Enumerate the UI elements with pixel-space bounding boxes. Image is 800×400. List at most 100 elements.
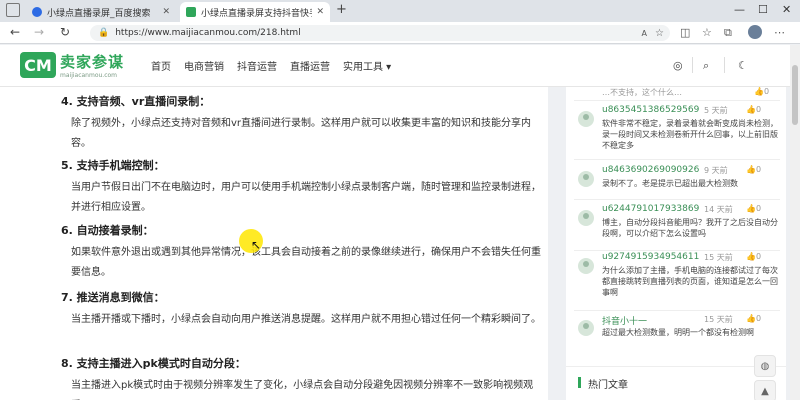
section-heading: 8. 支持主播进入pk模式时自动分段： [61, 357, 246, 370]
comment-divider [574, 199, 780, 200]
browser-tab-bar: 小绿点直播录屏_百度搜索 ✕ 小绿点直播录屏支持抖音快手直… ✕ + — ☐ ✕ [0, 0, 800, 22]
close-window-icon[interactable]: ✕ [782, 3, 791, 16]
section-heading: 5. 支持手机端控制： [61, 159, 165, 172]
mouse-cursor-icon: ↖ [251, 238, 262, 252]
more-menu-icon[interactable]: ⋯ [774, 26, 785, 39]
comment-item: 抖音小十一 15 天前 👍0 超过最大检测数量，明明一个都没有检测啊 [574, 314, 780, 364]
like-button[interactable]: 👍0 [746, 165, 761, 174]
comment-divider [574, 250, 780, 251]
section-accent-bar [578, 377, 581, 388]
address-bar[interactable]: 🔒 https://www.maijiacanmou.com/218.html … [90, 25, 670, 41]
like-button[interactable]: 👍0 [746, 314, 761, 323]
like-button[interactable]: 👍0 [746, 204, 761, 213]
split-screen-icon[interactable]: ◫ [680, 26, 690, 39]
feature-section: 7. 推送消息到微信： 当主播开播或下播时，小绿点会自动向用户推送消息提醒。这样… [61, 289, 541, 330]
site-favicon-icon [186, 7, 196, 17]
comment-time: 15 天前 [704, 253, 733, 262]
lock-icon: 🔒 [98, 28, 110, 38]
section-heading: 6. 自动接着录制： [61, 224, 154, 237]
comment-text: 为什么添加了主播，手机电脑的连接都试过了每次都直接跳转到直播列表的页面，谁知道是… [602, 266, 778, 297]
comment-item: u6244791017933869 14 天前 👍0 博主，自动分段抖音能用吗？… [574, 204, 780, 254]
like-button[interactable]: 👍0 [746, 252, 761, 261]
comments-sidebar: …不支持，这个什么… 👍0 u8635451386529569 5 天前 👍0 … [566, 87, 786, 383]
baidu-favicon-icon [32, 7, 42, 17]
logo-domain: maijiacanmou.com [60, 72, 118, 79]
comment-item: u8463690269090926 9 天前 👍0 录制不了。老是提示已超出最大… [574, 165, 780, 203]
section-body: 当用户节假日出门不在电脑边时，用户可以使用手机端控制小绿点录制客户端，随时管理和… [71, 182, 541, 213]
read-aloud-icon[interactable]: A [642, 29, 647, 38]
profile-avatar[interactable] [748, 25, 762, 39]
comment-user[interactable]: u8635451386529569 [602, 105, 699, 115]
comment-user[interactable]: u8463690269090926 [602, 165, 699, 175]
scrollbar-thumb[interactable] [792, 65, 798, 125]
lightbulb-icon[interactable]: ◎ [673, 59, 683, 72]
article-body: 4. 支持音频、vr直播间录制： 除了视频外，小绿点还支持对音频和vr直播间进行… [0, 87, 548, 400]
feature-section: 8. 支持主播进入pk模式时自动分段： 当主播进入pk模式时由于视频分辨率发生了… [61, 355, 541, 400]
section-body: 如果软件意外退出或遇到其他异常情况，该工具会自动接着之前的录像继续进行，确保用户… [71, 247, 541, 278]
hot-articles-title: 热门文章 [588, 380, 628, 391]
section-heading: 4. 支持音频、vr直播间录制： [61, 95, 211, 108]
nav-ecommerce-marketing[interactable]: 电商营销 [184, 58, 224, 73]
comment-user[interactable]: u6244791017933869 [602, 204, 699, 214]
nav-home[interactable]: 首页 [151, 58, 171, 73]
main-nav: 首页 电商营销 抖音运营 直播运营 实用工具 ▾ [151, 58, 404, 73]
minimize-icon[interactable]: — [734, 3, 745, 16]
tab-current-article[interactable]: 小绿点直播录屏支持抖音快手直… ✕ [180, 2, 330, 22]
search-icon[interactable]: ⌕ [703, 59, 709, 73]
section-heading: 7. 推送消息到微信： [61, 291, 165, 304]
comment-time: 5 天前 [704, 106, 728, 115]
favorite-star-icon[interactable]: ☆ [655, 28, 664, 39]
reload-icon[interactable]: ↻ [60, 25, 70, 39]
hot-articles-panel: 热门文章 [566, 366, 786, 400]
section-body: 当主播进入pk模式时由于视频分辨率发生了变化，小绿点会自动分段避免因视频分辨率不… [71, 380, 534, 391]
comment-time: 9 天前 [704, 166, 728, 175]
wechat-icon[interactable]: ◍ [754, 355, 776, 377]
section-body: 当主播开播或下播时，小绿点会自动向用户推送消息提醒。这样用户就不用担心错过任何一… [71, 314, 541, 325]
tab-baidu-search[interactable]: 小绿点直播录屏_百度搜索 ✕ [26, 2, 176, 22]
header-divider [724, 57, 725, 73]
like-count[interactable]: 👍0 [754, 87, 769, 96]
nav-tools-dropdown[interactable]: 实用工具 ▾ [343, 58, 391, 73]
comment-text: 博主，自动分段抖音能用吗？我开了之后没自动分段啊，可以介绍下怎么设置吗 [602, 218, 778, 238]
tab-title: 小绿点直播录屏_百度搜索 [47, 8, 151, 19]
logo-title: 卖家参谋 [60, 53, 125, 71]
address-toolbar: ← → ↻ 🔒 https://www.maijiacanmou.com/218… [0, 22, 800, 44]
back-icon[interactable]: ← [10, 25, 20, 39]
favorites-icon[interactable]: ☆ [702, 26, 712, 39]
feature-section: 6. 自动接着录制： 如果软件意外退出或遇到其他异常情况，该工具会自动接着之前的… [61, 222, 541, 283]
nav-live-operations[interactable]: 直播运营 [290, 58, 330, 73]
site-header: CM 卖家参谋 maijiacanmou.com 首页 电商营销 抖音运营 直播… [0, 45, 790, 87]
nav-douyin-operations[interactable]: 抖音运营 [237, 58, 277, 73]
maximize-icon[interactable]: ☐ [758, 3, 768, 16]
comment-item: u8635451386529569 5 天前 👍0 软件非常不稳定，录着录着就会… [574, 105, 780, 165]
forward-icon[interactable]: → [34, 25, 44, 39]
comment-fragment: …不支持，这个什么… 👍0 [574, 87, 780, 101]
comment-time: 15 天前 [704, 315, 733, 324]
comment-text: …不支持，这个什么… [602, 88, 682, 97]
close-tab-icon[interactable]: ✕ [316, 7, 324, 17]
comment-text: 录制不了。老是提示已超出最大检测数 [602, 179, 738, 188]
comment-user[interactable]: u9274915934954611 [602, 252, 699, 262]
like-button[interactable]: 👍0 [746, 105, 761, 114]
new-tab-icon[interactable]: + [336, 2, 347, 17]
site-logo[interactable]: CM 卖家参谋 maijiacanmou.com [20, 51, 124, 79]
comment-user[interactable]: 抖音小十一 [602, 314, 647, 327]
user-avatar [578, 111, 594, 127]
close-tab-icon[interactable]: ✕ [162, 7, 170, 17]
user-avatar [578, 171, 594, 187]
feature-section: 5. 支持手机端控制： 当用户节假日出门不在电脑边时，用户可以使用手机端控制小绿… [61, 157, 541, 218]
collections-icon[interactable]: ⧉ [724, 26, 732, 40]
back-to-top-icon[interactable]: ▲ [754, 380, 776, 400]
comment-text: 软件非常不稳定，录着录着就会断变成尚未检测，录一段时间又未检测卷新开什么回事，以… [602, 119, 778, 150]
url-text: https://www.maijiacanmou.com/218.html [115, 28, 301, 38]
section-body: 除了视频外，小绿点还支持对音频和vr直播间进行录制。这样用户就可以收集更丰富的知… [71, 118, 532, 149]
page-scrollbar[interactable] [790, 45, 800, 400]
comment-time: 14 天前 [704, 205, 733, 214]
user-avatar [578, 210, 594, 226]
user-avatar [578, 320, 594, 336]
tab-actions-icon[interactable] [6, 3, 20, 17]
comment-text: 超过最大检测数量，明明一个都没有检测啊 [602, 328, 754, 337]
dark-mode-icon[interactable]: ☾ [738, 59, 748, 72]
comment-item: u9274915934954611 15 天前 👍0 为什么添加了主播，手机电脑… [574, 252, 780, 312]
user-avatar [578, 258, 594, 274]
